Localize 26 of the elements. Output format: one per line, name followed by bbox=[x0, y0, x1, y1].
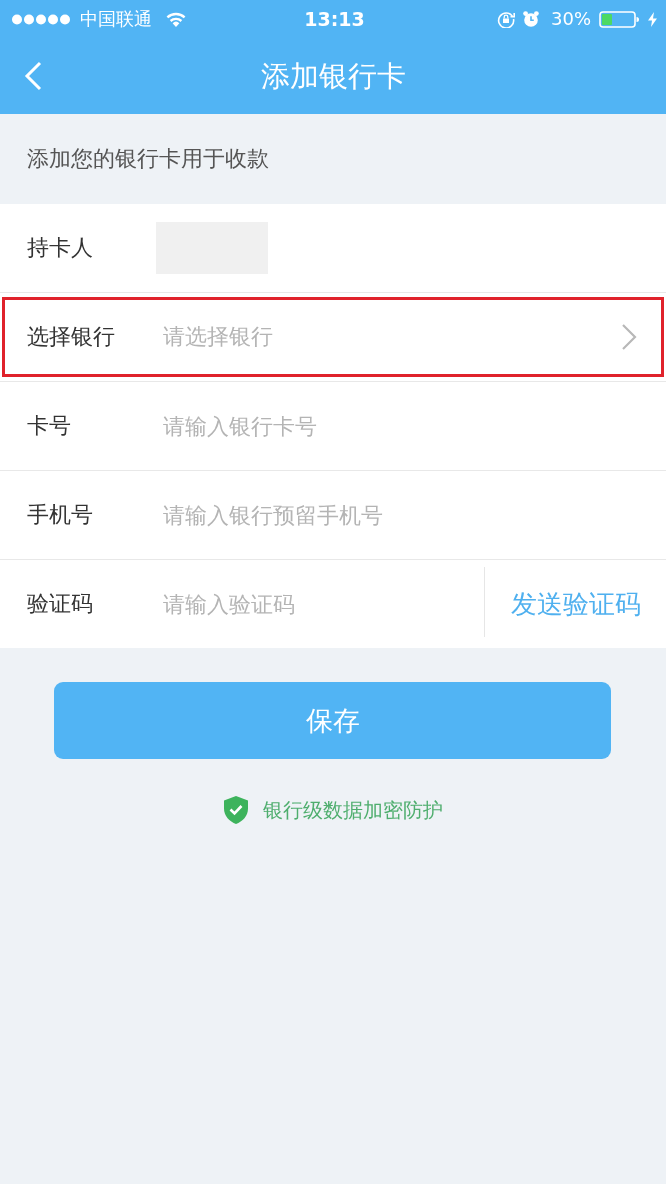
input-field[interactable]: 请输入银行预留手机号 bbox=[156, 485, 666, 545]
bank-select[interactable]: 请选择银行 bbox=[156, 293, 666, 381]
page-title: 添加银行卡 bbox=[260, 58, 406, 94]
save-button[interactable]: 保存 bbox=[54, 682, 611, 759]
send-code-button[interactable]: 发送验证码 bbox=[485, 560, 666, 648]
input-field[interactable]: 请输入验证码 bbox=[156, 574, 484, 634]
intro-text: 添加您的银行卡用于收款 bbox=[27, 145, 269, 173]
battery-percentage: 30% bbox=[551, 10, 591, 28]
wifi-icon bbox=[166, 11, 186, 27]
chevron-right-icon bbox=[621, 323, 637, 351]
security-note: 银行级数据加密防护 bbox=[263, 798, 443, 822]
alarm-clock-icon bbox=[523, 11, 539, 27]
signal-dots-icon bbox=[12, 13, 70, 25]
rotation-lock-icon bbox=[497, 10, 515, 28]
field-label: 卡号 bbox=[27, 412, 72, 440]
charging-bolt-icon bbox=[648, 11, 657, 27]
battery-icon bbox=[599, 10, 640, 28]
status-time: 13:13 bbox=[304, 9, 365, 29]
back-chevron-icon bbox=[24, 61, 42, 91]
field-label: 持卡人 bbox=[27, 234, 94, 262]
field-label: 验证码 bbox=[27, 590, 94, 618]
input-field[interactable]: 请输入银行卡号 bbox=[156, 396, 666, 456]
shield-check-icon bbox=[223, 795, 249, 825]
field-label: 选择银行 bbox=[27, 323, 116, 351]
carrier-name: 中国联通 bbox=[80, 10, 152, 28]
field-label: 手机号 bbox=[27, 501, 94, 529]
